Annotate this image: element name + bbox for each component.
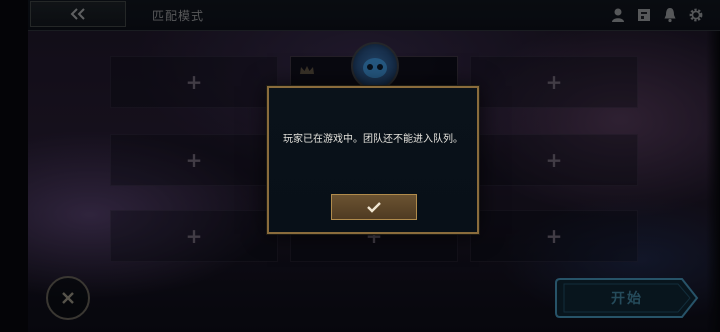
confirm-button[interactable] — [331, 194, 417, 220]
dialog-message: 玩家已在游戏中。团队还不能进入队列。 — [283, 134, 463, 145]
alert-dialog: 玩家已在游戏中。团队还不能进入队列。 — [267, 86, 479, 234]
lobby-screen: 匹配模式 + + + + + + + 开始 玩家已在游戏中。团队还不能进入队列。 — [0, 0, 720, 332]
checkmark-icon — [367, 202, 381, 213]
